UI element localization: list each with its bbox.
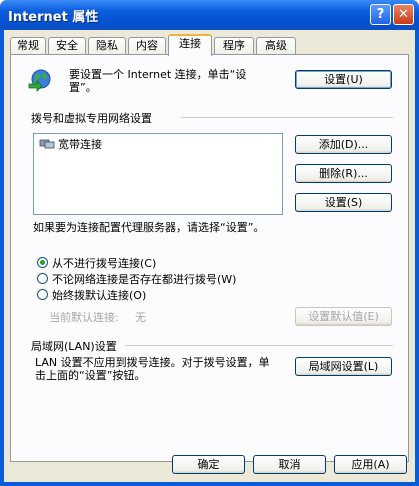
setup-button[interactable]: 设置(U) [295,70,392,89]
ok-button[interactable]: 确定 [172,455,245,474]
dialog-client: 常规 安全 隐私 内容 连接 程序 高级 要设置一个 Internet 连接，单… [4,30,415,482]
setup-description: 要设置一个 Internet 连接，单击“设置”。 [69,68,247,94]
window-title: Internet 属性 [8,10,99,25]
radio-dial-whenever-label[interactable]: 不论网络连接是否存在都进行拨号(W) [52,271,236,287]
close-button[interactable]: ✕ [393,4,414,25]
connection-name: 宽带连接 [58,138,102,151]
add-button[interactable]: 添加(D)... [295,135,392,154]
lan-description: LAN 设置不应用到拨号连接。对于拨号设置，单击上面的“设置”按钮。 [35,356,270,382]
tab-content[interactable]: 内容 [128,37,166,54]
title-bar[interactable]: Internet 属性 ? ✕ [0,0,419,30]
help-button[interactable]: ? [370,4,391,25]
settings-button[interactable]: 设置(S) [295,193,392,212]
tab-programs[interactable]: 程序 [214,37,254,54]
tab-general[interactable]: 常规 [10,37,46,54]
default-connection-value: 无 [135,311,146,324]
radio-always-dial-label[interactable]: 始终拨默认连接(O) [52,287,146,303]
internet-properties-window: Internet 属性 ? ✕ 常规 安全 隐私 内容 连接 程序 高级 要设置… [0,0,419,486]
help-icon: ? [376,7,385,22]
tab-connections[interactable]: 连接 [168,34,212,56]
lan-settings-button[interactable]: 局域网设置(L) [295,357,392,376]
cancel-button[interactable]: 取消 [253,455,326,474]
remove-button[interactable]: 删除(R)... [295,164,392,183]
radio-never-dial-label[interactable]: 从不进行拨号连接(C) [52,255,156,271]
close-icon: ✕ [398,7,409,22]
dialup-heading: 拨号和虚拟专用网络设置 [31,112,152,125]
lan-divider [125,345,393,346]
proxy-description: 如果要为连接配置代理服务器，请选择“设置”。 [33,221,265,234]
tab-privacy[interactable]: 隐私 [88,37,126,54]
radio-never-dial[interactable] [37,257,48,268]
set-default-button[interactable]: 设置默认值(E) [295,307,392,326]
connections-list[interactable]: 宽带连接 [33,133,283,215]
globe-icon [27,67,53,93]
default-connection-label: 当前默认连接: [49,311,119,324]
tab-security[interactable]: 安全 [48,37,86,54]
radio-dial-whenever[interactable] [37,273,48,284]
dialup-divider [181,117,393,118]
radio-always-dial[interactable] [37,289,48,300]
broadband-icon [39,138,55,149]
tab-advanced[interactable]: 高级 [256,37,296,54]
apply-button[interactable]: 应用(A) [334,455,407,474]
connections-panel: 要设置一个 Internet 连接，单击“设置”。 设置(U) 拨号和虚拟专用网… [10,54,409,462]
lan-heading: 局域网(LAN)设置 [31,340,117,353]
